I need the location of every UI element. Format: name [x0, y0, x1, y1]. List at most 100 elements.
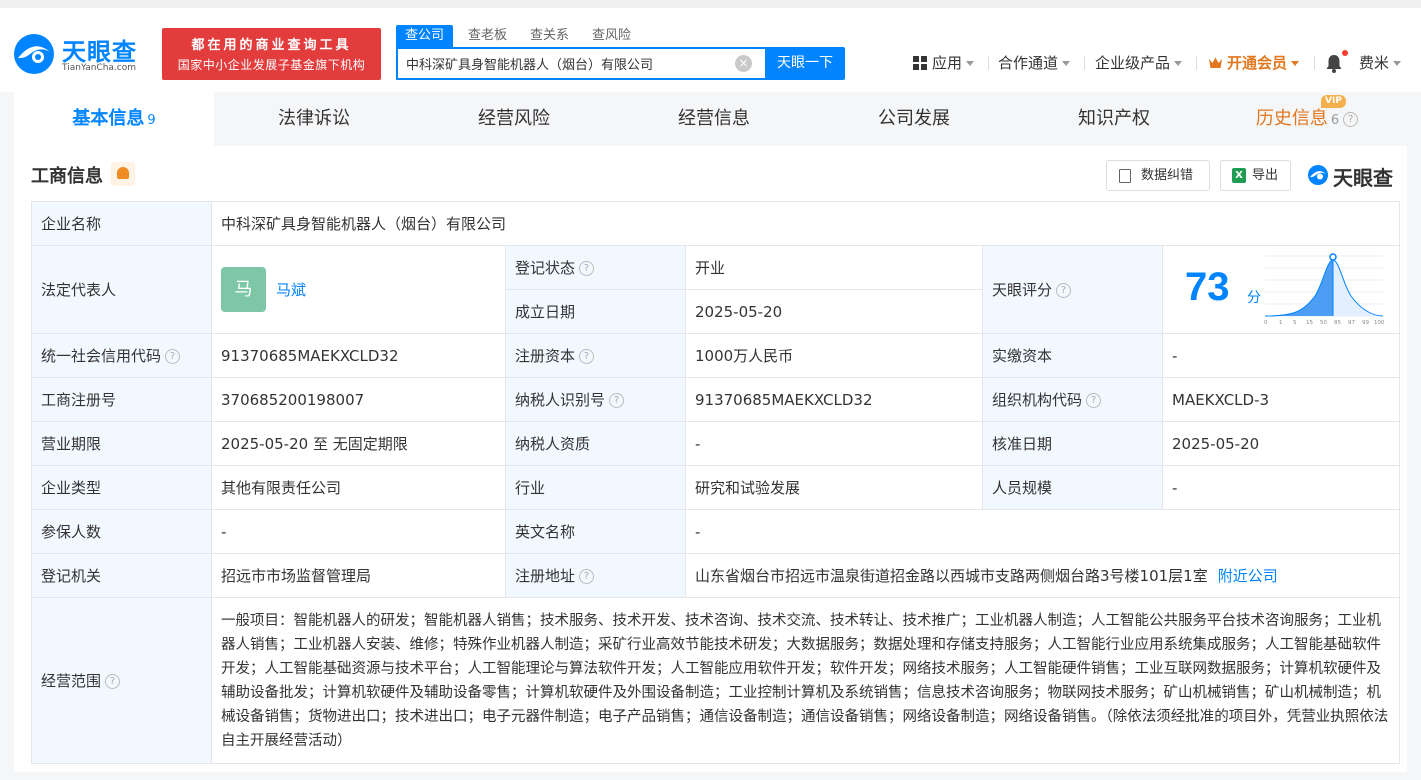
tab-label: 法律诉讼 [278, 108, 350, 129]
value-address: 山东省烟台市招远市温泉街道招金路以西城市支路两侧烟台路3号楼101层1室 附近公司 [684, 553, 1401, 598]
tab-label: 经营信息 [678, 108, 750, 129]
tab-history[interactable]: 历史信息 6? VIP [1207, 92, 1407, 146]
label-industry: 行业 [505, 465, 686, 510]
label-taxpayer-qual: 纳税人资质 [505, 421, 686, 466]
nav-divider [988, 56, 989, 70]
nav-divider [1314, 56, 1315, 70]
logo-text: 天眼查 [62, 38, 137, 66]
tab-label: 基本信息 [72, 108, 145, 129]
search-tab-company[interactable]: 查公司 [396, 25, 454, 47]
search-tab-relation[interactable]: 查关系 [530, 25, 569, 47]
nav-enterprise[interactable]: 企业级产品 [1095, 52, 1183, 74]
help-icon[interactable]: ? [105, 674, 121, 689]
crown-icon [1209, 57, 1222, 68]
value-type: 其他有限责任公司 [211, 465, 506, 510]
label-scope: 经营范围? [31, 597, 212, 764]
chevron-down-icon [1393, 61, 1402, 66]
tick-label: 5 [1293, 320, 1297, 326]
legal-rep-link[interactable]: 马斌 [276, 281, 306, 299]
tab-risk[interactable]: 经营风险 [414, 92, 614, 146]
value-insured: - [211, 509, 506, 554]
table-row: 工商注册号 370685200198007 纳税人识别号? 91370685MA… [31, 377, 1401, 422]
tick-label: 100 [1374, 320, 1385, 326]
tab-ip[interactable]: 知识产权 [1014, 92, 1214, 146]
notification-dot [1342, 50, 1348, 56]
chevron-down-icon [1174, 61, 1183, 66]
help-icon[interactable]: ? [579, 569, 595, 584]
tick-label: 1 [1279, 320, 1283, 326]
apps-grid-icon [913, 56, 927, 70]
search-button[interactable]: 天眼一下 [765, 47, 845, 80]
tab-lawsuit[interactable]: 法律诉讼 [214, 92, 414, 146]
help-icon[interactable]: ? [579, 349, 595, 364]
tick-label: 99 [1362, 320, 1369, 326]
help-icon[interactable]: ? [1343, 111, 1359, 127]
alarm-bell-icon[interactable] [111, 162, 135, 186]
slogan-line-1: 都在用的商业查询工具 [191, 38, 352, 53]
tab-label: 经营风险 [478, 108, 550, 129]
help-icon[interactable]: ? [609, 393, 625, 408]
bell-icon[interactable] [1325, 52, 1343, 74]
label-found-date: 成立日期 [505, 289, 686, 334]
label-text: 经营范围 [41, 672, 102, 690]
label-taxpayer-id: 纳税人识别号? [505, 377, 686, 422]
value-scope: 一般项目：智能机器人的研发；智能机器人销售；技术服务、技术开发、技术咨询、技术交… [210, 597, 1401, 764]
business-info-table: 企业名称 中科深矿具身智能机器人（烟台）有限公司 法定代表人 马马斌 登记状态?… [31, 201, 1401, 764]
score-unit: 分 [1247, 290, 1261, 306]
help-icon[interactable]: ? [1086, 393, 1102, 408]
clear-icon[interactable]: × [735, 55, 752, 72]
logo-eye-icon [14, 34, 54, 74]
label-type: 企业类型 [31, 465, 212, 510]
data-correct-button[interactable]: 数据纠错 [1106, 160, 1210, 191]
tab-basic-info[interactable]: 基本信息 9 [14, 92, 214, 146]
avatar[interactable]: 马 [221, 267, 266, 312]
label-term: 营业期限 [31, 421, 212, 466]
value-score[interactable]: 73 分 0 1 5 15 50 85 97 99 100 [1161, 245, 1401, 334]
value-authority: 招远市市场监督管理局 [211, 553, 506, 598]
nav-partner[interactable]: 合作通道 [998, 52, 1071, 74]
nav-vip[interactable]: 开通会员 [1227, 52, 1300, 74]
tick-label: 97 [1348, 320, 1355, 326]
section-title: 工商信息 [31, 166, 103, 187]
user-menu[interactable]: 费米 [1359, 52, 1402, 74]
label-text: 登记状态 [515, 259, 576, 277]
help-icon[interactable]: ? [165, 349, 181, 364]
value-company-name: 中科深矿具身智能机器人（烟台）有限公司 [210, 201, 1401, 246]
table-row: 经营范围? 一般项目：智能机器人的研发；智能机器人销售；技术服务、技术开发、技术… [31, 597, 1401, 764]
chevron-down-icon [1291, 61, 1300, 66]
search-box: × [396, 47, 765, 80]
table-row: 参保人数 - 英文名称 - [31, 509, 1401, 554]
tab-development[interactable]: 公司发展 [814, 92, 1014, 146]
label-credit-code: 统一社会信用代码? [31, 333, 212, 378]
nav-apps[interactable]: 应用 [932, 52, 975, 74]
search-tab-risk[interactable]: 查风险 [592, 25, 631, 47]
value-taxpayer-id: 91370685MAEKXCLD32 [685, 377, 983, 422]
business-info-panel: 工商信息 数据纠错 X 导出 天眼查 企业名称 中科深矿具身智能机器人（烟台）有… [14, 146, 1407, 772]
slogan-banner[interactable]: 都在用的商业查询工具 国家中小企业发展子基金旗下机构 [162, 28, 381, 80]
label-legal-rep: 法定代表人 [31, 245, 212, 334]
tab-business-info[interactable]: 经营信息 [614, 92, 814, 146]
value-reg-no: 370685200198007 [211, 377, 506, 422]
user-name: 费米 [1359, 54, 1390, 72]
search-tab-boss[interactable]: 查老板 [468, 25, 507, 47]
search-input[interactable] [406, 49, 726, 78]
label-authority: 登记机关 [31, 553, 212, 598]
nav-enterprise-label: 企业级产品 [1095, 54, 1171, 72]
address-text: 山东省烟台市招远市温泉街道招金路以西城市支路两侧烟台路3号楼101层1室 [695, 567, 1208, 585]
help-icon[interactable]: ? [579, 261, 595, 276]
table-row: 营业期限 2025-05-20 至 无固定期限 纳税人资质 - 核准日期 202… [31, 421, 1401, 466]
tick-label: 85 [1334, 320, 1341, 326]
tab-count: 6 [1330, 113, 1340, 128]
help-icon[interactable]: ? [1056, 283, 1072, 298]
label-text: 注册地址 [515, 567, 576, 585]
tab-label: 历史信息 [1255, 108, 1328, 129]
value-reg-capital: 1000万人民币 [685, 333, 983, 378]
tianyancha-logo[interactable]: 天眼查 TianYanCha.com [12, 28, 152, 84]
nearby-companies-link[interactable]: 附近公司 [1218, 567, 1278, 585]
edit-doc-icon [1119, 169, 1131, 183]
label-reg-status: 登记状态? [505, 245, 686, 290]
export-button[interactable]: X 导出 [1220, 160, 1291, 191]
tab-label: 公司发展 [878, 108, 950, 129]
label-staff-size: 人员规模 [982, 465, 1163, 510]
label-approve-date: 核准日期 [982, 421, 1163, 466]
